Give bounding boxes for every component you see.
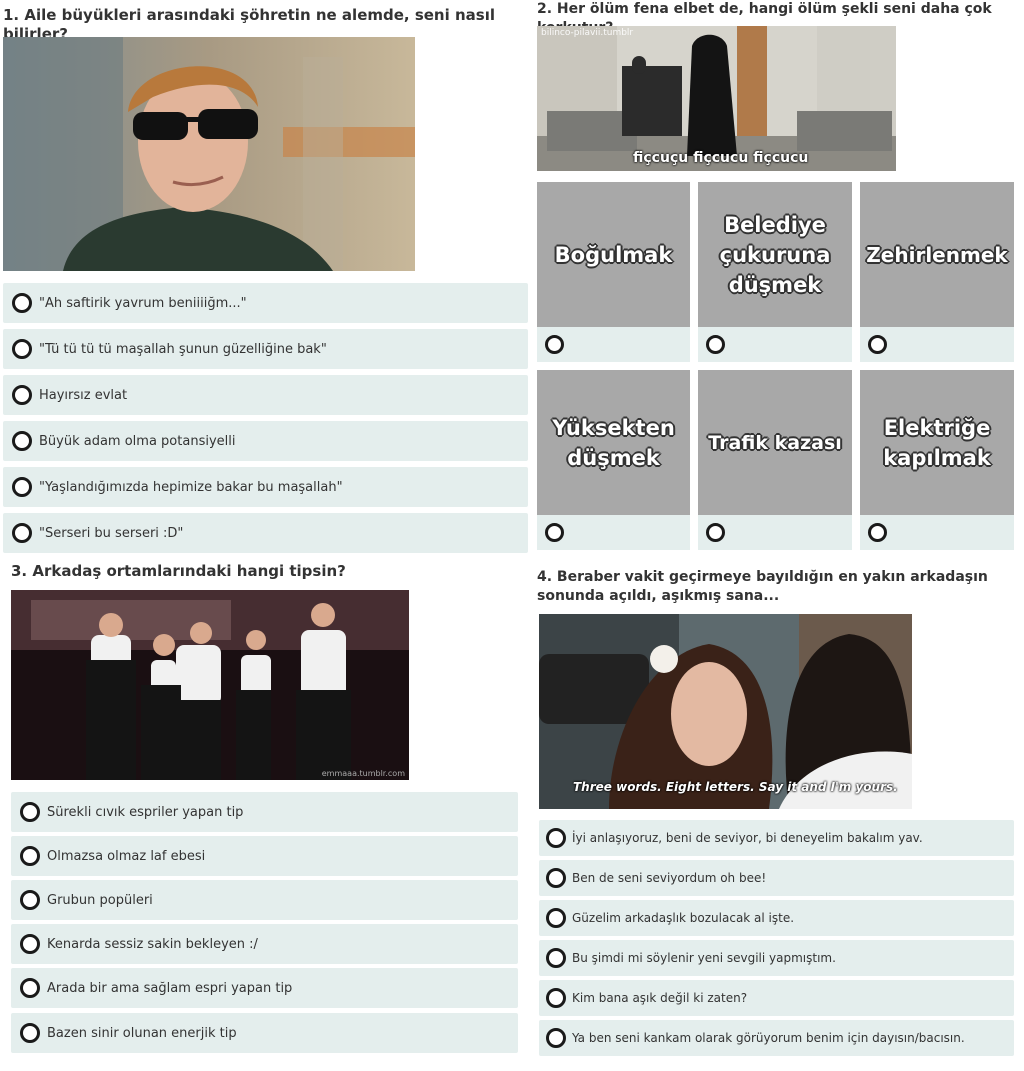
q1-option-2[interactable]: "Tü tü tü tü maşallah şunun güzelliğine … [3,329,528,369]
q3-option-2[interactable]: Olmazsa olmaz laf ebesi [11,836,518,876]
q1-option-5[interactable]: "Yaşlandığımızda hepimize bakar bu maşal… [3,467,528,507]
option-label: Ben de seni seviyordum oh bee! [572,871,767,885]
tile-label: Elektriğe kapılmak [883,415,991,470]
radio-circle-icon [12,293,32,313]
radio-circle-icon [12,385,32,405]
radio-circle-icon [20,802,40,822]
option-label: Hayırsız evlat [39,388,128,403]
radio-circle-icon [20,934,40,954]
tile-label: Belediye çukuruna düşmek [719,212,831,297]
radio-circle-icon [706,523,725,542]
radio-circle-icon [20,978,40,998]
q2-tile-5[interactable]: Trafik kazası [698,370,852,515]
option-label: Güzelim arkadaşlık bozulacak al işte. [572,911,795,925]
radio-circle-icon [20,1023,40,1043]
q1-option-3[interactable]: Hayırsız evlat [3,375,528,415]
q3-option-1[interactable]: Sürekli cıvık espriler yapan tip [11,792,518,832]
option-label: Grubun popüleri [47,893,153,908]
radio-circle-icon [545,335,564,354]
radio-circle-icon [868,335,887,354]
option-label: İyi anlaşıyoruz, beni de seviyor, bi den… [572,831,923,845]
tile-label: Trafik kazası [708,431,842,454]
radio-circle-icon [546,988,566,1008]
q3-option-4[interactable]: Kenarda sessiz sakin bekleyen :/ [11,924,518,964]
radio-circle-icon [545,523,564,542]
option-label: Kenarda sessiz sakin bekleyen :/ [47,937,258,952]
radio-circle-icon [546,868,566,888]
q4-option-6[interactable]: Ya ben seni kankam olarak görüyorum beni… [539,1020,1014,1056]
option-label: Bazen sinir olunan enerjik tip [47,1026,237,1041]
radio-circle-icon [20,846,40,866]
option-label: Olmazsa olmaz laf ebesi [47,849,206,864]
q1-option-6[interactable]: "Serseri bu serseri :D" [3,513,528,553]
option-label: Bu şimdi mi söylenir yeni sevgili yapmış… [572,951,836,965]
q2-tile-1-option[interactable] [537,327,690,362]
option-label: "Serseri bu serseri :D" [39,526,184,541]
radio-circle-icon [546,828,566,848]
q2-tile-5-option[interactable] [698,515,852,550]
q4-option-4[interactable]: Bu şimdi mi söylenir yeni sevgili yapmış… [539,940,1014,976]
tile-label: Zehirlenmek [866,242,1008,267]
q2-tile-3-option[interactable] [860,327,1014,362]
radio-circle-icon [546,908,566,928]
q1-image [3,37,415,271]
q2-tile-3[interactable]: Zehirlenmek [860,182,1014,327]
q2-tile-4[interactable]: Yüksekten düşmek [537,370,690,515]
q3-image: emmaaa.tumblr.com [11,590,409,780]
radio-circle-icon [546,1028,566,1048]
q2-tile-4-option[interactable] [537,515,690,550]
q4-image: Three words. Eight letters. Say it and I… [539,614,912,809]
q2-tile-2-option[interactable] [698,327,852,362]
q3-image-watermark: emmaaa.tumblr.com [321,769,405,778]
q1-option-4[interactable]: Büyük adam olma potansiyelli [3,421,528,461]
radio-circle-icon [12,523,32,543]
option-label: "Tü tü tü tü maşallah şunun güzelliğine … [39,342,327,357]
q2-tile-2[interactable]: Belediye çukuruna düşmek [698,182,852,327]
q4-option-5[interactable]: Kim bana aşık değil ki zaten? [539,980,1014,1016]
q2-tile-6-option[interactable] [860,515,1014,550]
option-label: Kim bana aşık değil ki zaten? [572,991,748,1005]
q3-option-5[interactable]: Arada bir ama sağlam espri yapan tip [11,968,518,1008]
radio-circle-icon [546,948,566,968]
q4-option-2[interactable]: Ben de seni seviyordum oh bee! [539,860,1014,896]
q3-option-6[interactable]: Bazen sinir olunan enerjik tip [11,1013,518,1053]
radio-circle-icon [12,431,32,451]
q4-option-3[interactable]: Güzelim arkadaşlık bozulacak al işte. [539,900,1014,936]
q2-image-caption: fiçcuçu fiçcucu fiçcucu [633,150,809,166]
radio-circle-icon [20,890,40,910]
q4-title: 4. Beraber vakit geçirmeye bayıldığın en… [537,569,988,604]
option-label: "Ah saftirik yavrum beniiiiğm..." [39,296,247,311]
q2-tile-6[interactable]: Elektriğe kapılmak [860,370,1014,515]
option-label: Büyük adam olma potansiyelli [39,434,236,449]
q3-option-3[interactable]: Grubun popüleri [11,880,518,920]
radio-circle-icon [12,339,32,359]
q2-image-watermark: bilinco-pilavii.tumblr [541,28,634,38]
q4-image-caption: Three words. Eight letters. Say it and I… [573,780,898,794]
option-label: Ya ben seni kankam olarak görüyorum beni… [572,1031,965,1045]
q2-tile-1[interactable]: Boğulmak [537,182,690,327]
radio-circle-icon [868,523,887,542]
tile-label: Yüksekten düşmek [552,415,675,470]
option-label: Arada bir ama sağlam espri yapan tip [47,981,293,996]
radio-circle-icon [12,477,32,497]
tile-label: Boğulmak [554,242,673,267]
option-label: Sürekli cıvık espriler yapan tip [47,805,244,820]
q4-option-1[interactable]: İyi anlaşıyoruz, beni de seviyor, bi den… [539,820,1014,856]
q1-option-1[interactable]: "Ah saftirik yavrum beniiiiğm..." [3,283,528,323]
option-label: "Yaşlandığımızda hepimize bakar bu maşal… [39,480,343,495]
q3-title: 3. Arkadaş ortamlarındaki hangi tipsin? [11,562,346,580]
radio-circle-icon [706,335,725,354]
q2-image: bilinco-pilavii.tumblr fiçcuçu fiçcucu f… [537,26,896,171]
